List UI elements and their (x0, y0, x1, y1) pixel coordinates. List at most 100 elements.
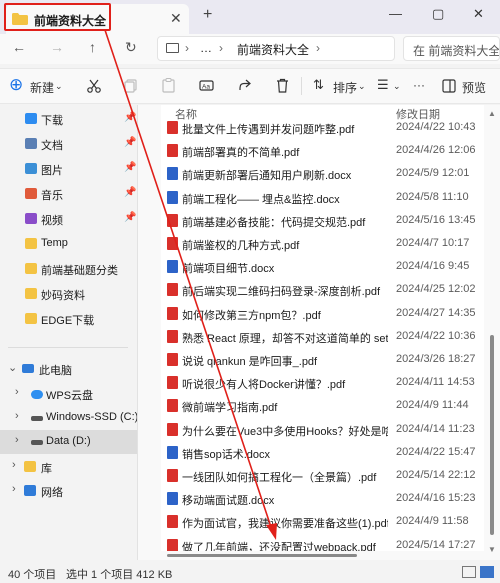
expand-chevron-icon[interactable]: › (12, 459, 16, 471)
file-row[interactable]: 微前端学习指南.pdf 2024/4/9 11:44 (161, 394, 484, 417)
view-chevron-icon[interactable]: ⌄ (393, 81, 401, 92)
pdf-file-icon (167, 376, 178, 390)
breadcrumb-chevron-icon[interactable]: › (316, 41, 320, 55)
pin-icon[interactable]: 📌 (124, 137, 136, 148)
sidebar-item-label: 图片 (41, 165, 63, 177)
expand-chevron-icon[interactable]: › (15, 386, 19, 398)
copy-icon[interactable] (124, 79, 137, 93)
search-input[interactable]: 在 前端资料大全 中搜索 (413, 42, 499, 59)
delete-icon[interactable] (276, 78, 289, 93)
sidebar-item-network[interactable]: › 网络 (0, 479, 137, 503)
pin-icon[interactable]: 📌 (124, 112, 136, 123)
pin-icon[interactable]: 📌 (124, 162, 136, 173)
pane-splitter[interactable] (137, 105, 138, 560)
sort-button[interactable]: 排序 (333, 79, 357, 96)
more-options-button[interactable]: ··· (413, 78, 425, 92)
file-row[interactable]: 前后端实现二维码扫码登录-深度剖析.pdf 2024/4/25 12:02 (161, 278, 484, 301)
docx-file-icon (167, 190, 178, 204)
file-row[interactable]: 前端鉴权的几种方式.pdf 2024/4/7 10:17 (161, 232, 484, 255)
file-row[interactable]: 前端部署真的不简单.pdf 2024/4/26 12:06 (161, 139, 484, 162)
file-name: 移动端面试题.docx (182, 495, 275, 508)
cut-icon[interactable] (87, 79, 101, 93)
preview-pane-icon[interactable] (442, 79, 456, 93)
navigation-bar: ← → ↑ ↻ › … › 前端资料大全 › 在 前端资料大全 中搜索 (0, 34, 500, 64)
vertical-scrollbar[interactable]: ▲ ▼ (484, 105, 500, 560)
scroll-down-icon[interactable]: ▼ (488, 545, 496, 554)
breadcrumb-current[interactable]: 前端资料大全 (237, 41, 309, 58)
sidebar-item[interactable]: 图片 📌 (0, 157, 137, 181)
maximize-button[interactable]: ▢ (432, 6, 444, 22)
expand-chevron-icon[interactable]: ⌄ (8, 361, 17, 374)
file-modified-date: 2024/4/16 15:23 (396, 492, 476, 505)
sidebar-item-drive[interactable]: › WPS云盘 (0, 382, 137, 406)
sidebar-item[interactable]: 下载 📌 (0, 107, 137, 131)
file-row[interactable]: 为什么要在Vue3中多使用Hooks？好处是啥？... 2024/4/14 11:… (161, 418, 484, 441)
file-modified-date: 2024/5/9 12:01 (396, 167, 470, 180)
file-row[interactable]: 熟悉 React 原理，却答不对这道简单的 setStat... 2024/4/2… (161, 325, 484, 348)
file-row[interactable]: 前端项目细节.docx 2024/4/16 9:45 (161, 255, 484, 278)
file-modified-date: 2024/4/25 12:02 (396, 283, 476, 296)
sidebar-item-drive[interactable]: › Windows-SSD (C:) (0, 406, 137, 430)
horizontal-scrollbar[interactable] (161, 551, 484, 560)
preview-button[interactable]: 预览 (462, 79, 486, 96)
file-row[interactable]: 批量文件上传遇到并发问题咋整.pdf 2024/4/22 10:43 (161, 116, 484, 139)
svg-text:Aa: Aa (202, 84, 210, 91)
expand-chevron-icon[interactable]: › (12, 483, 16, 495)
sidebar-item[interactable]: 音乐 📌 (0, 182, 137, 206)
expand-chevron-icon[interactable]: › (15, 410, 19, 422)
sidebar-item-library[interactable]: › 库 (0, 455, 137, 479)
search-box[interactable]: 在 前端资料大全 中搜索 (403, 36, 500, 61)
file-row[interactable]: 前端更新部署后通知用户刷新.docx 2024/5/9 12:01 (161, 162, 484, 185)
file-row[interactable]: 前端工程化—— 埋点&监控.docx 2024/5/8 11:10 (161, 186, 484, 209)
pictures-icon (25, 163, 37, 174)
forward-button[interactable]: → (50, 39, 64, 55)
pin-icon[interactable]: 📌 (124, 212, 136, 223)
sidebar-item-label: Data (D:) (46, 435, 91, 447)
sidebar-item[interactable]: 文档 📌 (0, 132, 137, 156)
sidebar-item[interactable]: EDGE下载 (0, 307, 137, 331)
file-row[interactable]: 说说 qiankun 是咋回事_.pdf 2024/3/26 18:27 (161, 348, 484, 371)
address-bar[interactable]: › … › 前端资料大全 › (157, 36, 395, 61)
toolbar-divider (301, 77, 302, 95)
paste-icon[interactable] (162, 78, 175, 93)
file-modified-date: 2024/5/16 13:45 (396, 213, 476, 226)
file-row[interactable]: 一线团队如何搞工程化一（全景篇）.pdf 2024/5/14 22:12 (161, 464, 484, 487)
view-icon[interactable]: ☰ (377, 77, 389, 93)
file-row[interactable]: 作为面试官，我建议你需要准备这些(1).pdf 2024/4/9 11:58 (161, 510, 484, 533)
close-window-button[interactable]: ✕ (473, 6, 484, 22)
docx-file-icon (167, 167, 178, 181)
file-row[interactable]: 移动端面试题.docx 2024/4/16 15:23 (161, 487, 484, 510)
sidebar-item-drive[interactable]: › Data (D:) (0, 430, 137, 454)
pdf-file-icon (167, 144, 178, 158)
new-dropdown-chevron-icon[interactable]: ⌄ (55, 81, 63, 92)
sidebar-item[interactable]: Temp (0, 232, 137, 256)
breadcrumb-more[interactable]: … (200, 41, 212, 55)
back-button[interactable]: ← (12, 39, 26, 55)
file-row[interactable]: 听说很少有人将Docker讲懂？.pdf 2024/4/11 14:53 (161, 371, 484, 394)
up-button[interactable]: ↑ (89, 39, 96, 55)
new-button[interactable]: 新建 (30, 79, 54, 96)
share-icon[interactable] (238, 78, 252, 92)
details-view-button[interactable] (462, 566, 476, 578)
navigation-pane: 下载 📌 文档 📌 图片 📌 音乐 📌 视频 📌 Temp 前端基础题分类 妙码资料 EDGE下载 ⌄ 此… (0, 105, 137, 560)
refresh-button[interactable]: ↻ (125, 39, 137, 56)
pdf-file-icon (167, 121, 178, 134)
sidebar-item-this-pc[interactable]: ⌄ 此电脑 (0, 357, 137, 381)
sidebar-item[interactable]: 妙码资料 (0, 282, 137, 306)
new-tab-button[interactable]: + (203, 6, 212, 24)
file-row[interactable]: 如何修改第三方npm包？.pdf 2024/4/27 14:35 (161, 302, 484, 325)
file-row[interactable]: 前端基建必备技能：代码提交规范.pdf 2024/5/16 13:45 (161, 209, 484, 232)
minimize-button[interactable]: — (389, 6, 402, 21)
horizontal-scrollbar-thumb[interactable] (167, 554, 357, 557)
sidebar-item[interactable]: 视频 📌 (0, 207, 137, 231)
pin-icon[interactable]: 📌 (124, 187, 136, 198)
file-row[interactable]: 销售sop话术.docx 2024/4/22 15:47 (161, 441, 484, 464)
scrollbar-thumb[interactable] (490, 335, 494, 535)
rename-icon[interactable]: Aa (199, 78, 214, 93)
sort-chevron-icon[interactable]: ⌄ (358, 81, 366, 92)
sidebar-item[interactable]: 前端基础题分类 (0, 257, 137, 281)
scroll-up-icon[interactable]: ▲ (488, 109, 496, 118)
tiles-view-button[interactable] (480, 566, 494, 578)
tab-close-icon[interactable]: ✕ (170, 10, 182, 27)
expand-chevron-icon[interactable]: › (15, 434, 19, 446)
